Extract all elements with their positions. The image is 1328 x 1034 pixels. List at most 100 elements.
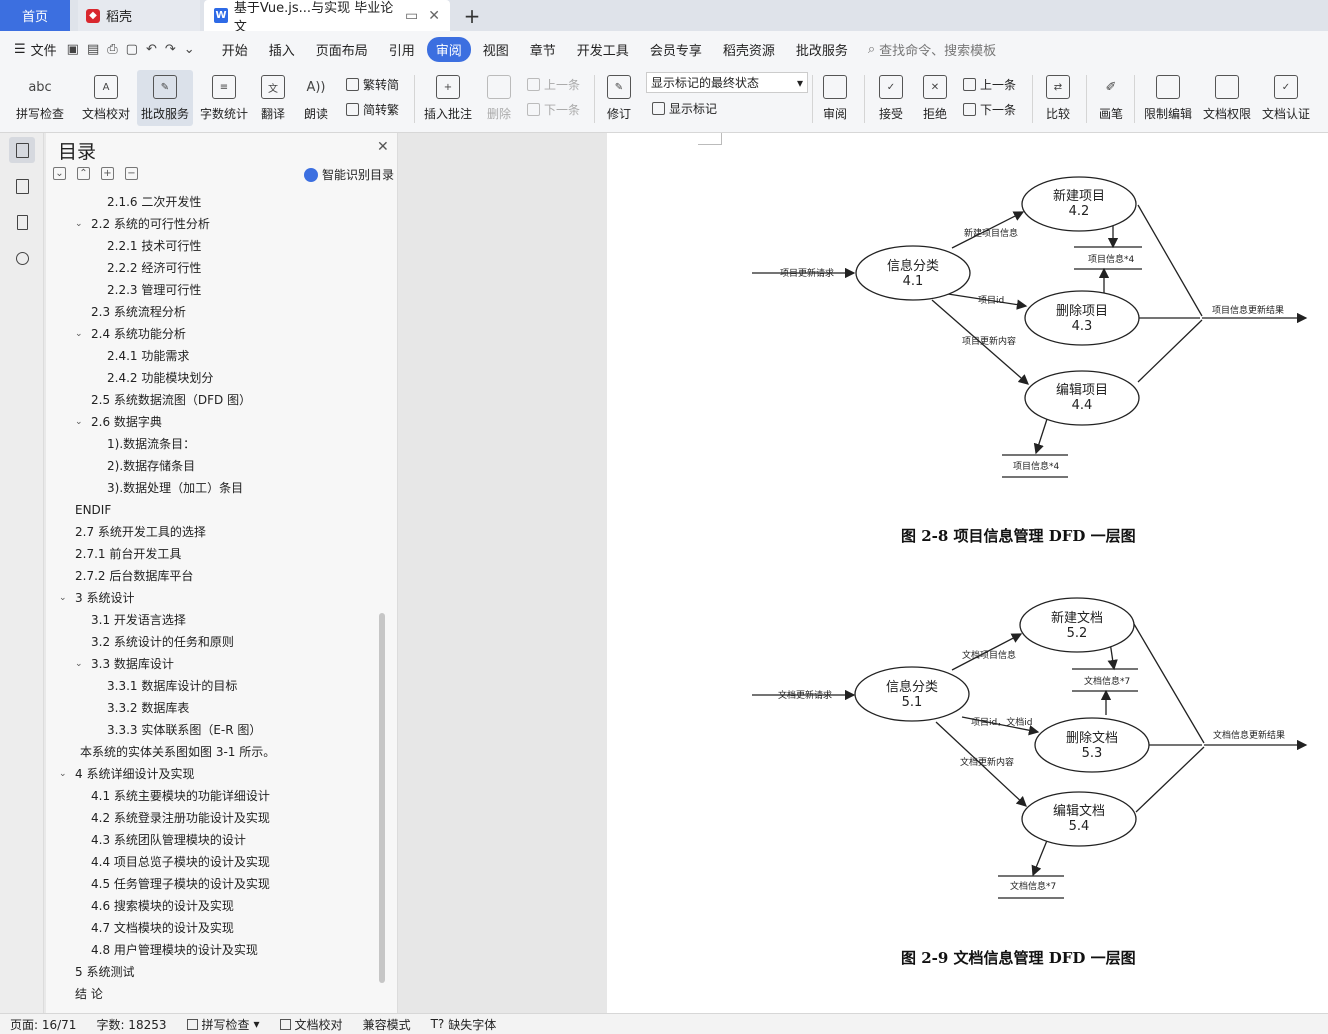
chevron-down-icon[interactable]: ⌄ (75, 323, 83, 345)
doc-proof-button[interactable]: A 文档校对 (78, 70, 134, 126)
bookmark-icon[interactable] (9, 209, 35, 235)
menu-item-7[interactable]: 开发工具 (568, 37, 638, 62)
toc-item[interactable]: ⌄ 2.2 系统的可行性分析 (75, 213, 210, 235)
status-spell-check[interactable]: 拼写检查 ▾ (177, 1016, 270, 1033)
read-aloud-button[interactable]: A)) 朗读 (300, 70, 332, 126)
toc-item[interactable]: 1).数据流条目： (107, 433, 195, 455)
new-tab-button[interactable]: + (460, 0, 484, 31)
menu-item-1[interactable]: 插入 (260, 37, 304, 62)
insert-comment-button[interactable]: + 插入批注 (420, 70, 476, 126)
spell-check-button[interactable]: abc 拼写检查 (10, 70, 70, 126)
add-level-icon[interactable]: + (101, 167, 114, 180)
menu-item-4[interactable]: 审阅 (426, 36, 471, 62)
next-change-button[interactable]: 下一条 (963, 99, 1016, 119)
menu-item-6[interactable]: 章节 (521, 37, 565, 62)
toc-item[interactable]: ENDIF (75, 499, 111, 521)
toc-item[interactable]: 3.2 系统设计的任务和原则 (91, 631, 234, 653)
toc-item[interactable]: 2).数据存储条目 (107, 455, 195, 477)
toc-item[interactable]: 结 论 (75, 983, 103, 1005)
menu-item-2[interactable]: 页面布局 (307, 37, 377, 62)
word-count-button[interactable]: ≡ 字数统计 (196, 70, 252, 126)
toc-scrollbar[interactable] (379, 613, 385, 983)
toc-item[interactable]: ⌄ 3 系统设计 (59, 587, 134, 609)
tab-daoke[interactable]: ◆ 稻壳 (78, 0, 200, 31)
chevron-down-icon[interactable]: ⌄ (75, 653, 83, 675)
next-comment-button[interactable]: 下一条 (527, 99, 580, 119)
chevron-down-icon[interactable]: ⌄ (59, 587, 67, 609)
toc-item[interactable]: 2.2.3 管理可行性 (107, 279, 201, 301)
preview-icon[interactable]: ▢ (126, 42, 138, 57)
simp-to-trad-button[interactable]: 简转繁 (346, 99, 399, 119)
close-icon[interactable]: ✕ (377, 139, 389, 155)
show-markup-button[interactable]: 显示标记 (652, 98, 717, 118)
toc-item[interactable]: 2.7.1 前台开发工具 (75, 543, 181, 565)
tab-document[interactable]: W 基于Vue.js...与实现 毕业论文 ▭ ✕ (204, 0, 450, 35)
chevron-down-icon[interactable]: ⌄ (75, 411, 83, 433)
status-doc-proof[interactable]: 文档校对 (270, 1016, 353, 1033)
chapter-nav-icon[interactable] (9, 173, 35, 199)
toc-item[interactable]: 4.5 任务管理子模块的设计及实现 (91, 873, 270, 895)
command-search[interactable]: ⌕ 查找命令、搜索模板 (868, 40, 996, 59)
toc-item[interactable]: ⌄ 4 系统详细设计及实现 (59, 763, 194, 785)
toc-item[interactable]: 4.1 系统主要模块的功能详细设计 (91, 785, 270, 807)
toc-item[interactable]: ⌄ 2.4 系统功能分析 (75, 323, 186, 345)
toc-item[interactable]: 2.7.2 后台数据库平台 (75, 565, 193, 587)
toc-item[interactable]: 2.4.2 功能模块划分 (107, 367, 213, 389)
menu-item-3[interactable]: 引用 (380, 37, 424, 62)
word-count[interactable]: 字数: 18253 (86, 1016, 176, 1033)
pin-icon[interactable]: ▭ (405, 8, 418, 24)
revise-button[interactable]: ✎ 修订 (600, 70, 638, 126)
save-icon[interactable]: ▣ (67, 42, 79, 57)
toc-item[interactable]: 2.1.6 二次开发性 (107, 191, 201, 213)
accept-button[interactable]: ✓ 接受 (872, 70, 910, 126)
review-button[interactable]: 审阅 (816, 70, 854, 126)
prev-comment-button[interactable]: 上一条 (527, 74, 580, 94)
missing-font[interactable]: T? 缺失字体 (421, 1016, 507, 1033)
toc-item[interactable]: 4.7 文档模块的设计及实现 (91, 917, 234, 939)
toc-item[interactable]: 2.2.1 技术可行性 (107, 235, 201, 257)
file-menu[interactable]: ☰ 文件 (0, 40, 67, 59)
menu-item-5[interactable]: 视图 (474, 37, 518, 62)
search-panel-icon[interactable] (9, 245, 35, 271)
close-tab-icon[interactable]: ✕ (428, 8, 440, 24)
page-indicator[interactable]: 页面: 16/71 (0, 1016, 86, 1033)
toc-item[interactable]: 2.5 系统数据流图（DFD 图） (91, 389, 251, 411)
markup-state-select[interactable]: 显示标记的最终状态 ▾ (646, 72, 808, 93)
menu-item-0[interactable]: 开始 (213, 37, 257, 62)
toc-item[interactable]: 3.3.1 数据库设计的目标 (107, 675, 237, 697)
toc-item[interactable]: ⌄ 2.6 数据字典 (75, 411, 162, 433)
toc-panel-icon[interactable] (9, 137, 35, 163)
collapse-all-icon[interactable]: ⌄ (53, 167, 66, 180)
reject-button[interactable]: ✕ 拒绝 (916, 70, 954, 126)
translate-button[interactable]: 文 翻译 (256, 70, 290, 126)
menu-item-9[interactable]: 稻壳资源 (714, 37, 784, 62)
toc-item[interactable]: 3).数据处理（加工）条目 (107, 477, 243, 499)
chevron-down-icon[interactable]: ⌄ (75, 213, 83, 235)
toc-item[interactable]: 4.3 系统团队管理模块的设计 (91, 829, 246, 851)
toc-item[interactable]: 4.2 系统登录注册功能设计及实现 (91, 807, 270, 829)
prev-change-button[interactable]: 上一条 (963, 74, 1016, 94)
toc-item[interactable]: 2.7 系统开发工具的选择 (75, 521, 206, 543)
delete-comment-button[interactable]: 删除 (480, 70, 518, 126)
expand-up-icon[interactable]: ⌃ (77, 167, 90, 180)
smart-toc-button[interactable]: 智能识别目录 (304, 166, 394, 183)
remove-level-icon[interactable]: − (125, 167, 138, 180)
toc-item[interactable]: 4.4 项目总览子模块的设计及实现 (91, 851, 270, 873)
undo-icon[interactable]: ↶ (146, 42, 157, 57)
restrict-edit-button[interactable]: 限制编辑 (1140, 70, 1196, 126)
tab-home[interactable]: 首页 (0, 0, 70, 31)
menu-item-8[interactable]: 会员专享 (641, 37, 711, 62)
toc-item[interactable]: 4.8 用户管理模块的设计及实现 (91, 939, 258, 961)
chevron-down-icon[interactable]: ⌄ (59, 763, 67, 785)
correct-service-button[interactable]: ✎ 批改服务 (137, 70, 193, 126)
trad-to-simp-button[interactable]: 繁转简 (346, 74, 399, 94)
more-icon[interactable]: ⌄ (184, 42, 195, 57)
toc-item[interactable]: 3.3.2 数据库表 (107, 697, 189, 719)
toc-item[interactable]: 3.3.3 实体联系图（E-R 图） (107, 719, 261, 741)
doc-cert-button[interactable]: ✓ 文档认证 (1258, 70, 1314, 126)
redo-icon[interactable]: ↷ (165, 42, 176, 57)
toc-item[interactable]: 4.6 搜索模块的设计及实现 (91, 895, 234, 917)
pen-button[interactable]: ✐ 画笔 (1094, 70, 1128, 126)
toc-item[interactable]: 2.4.1 功能需求 (107, 345, 189, 367)
toc-item[interactable]: ⌄ 3.3 数据库设计 (75, 653, 174, 675)
